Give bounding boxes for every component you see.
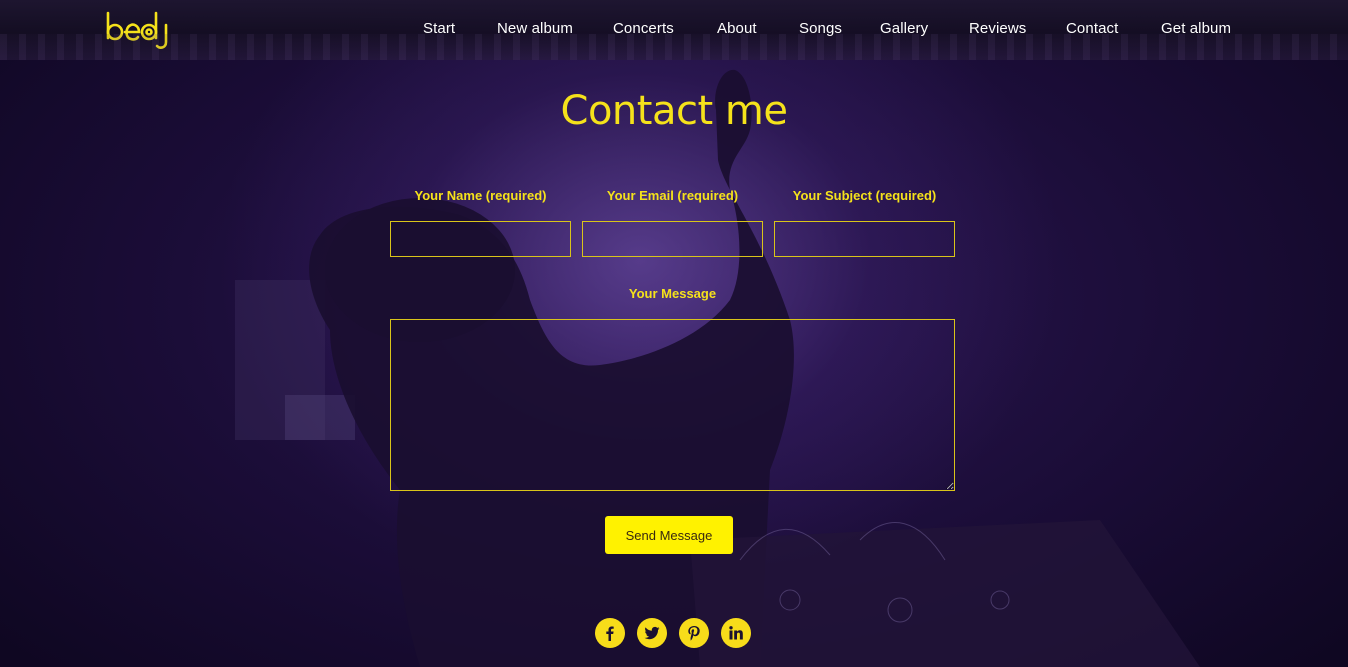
nav-item-new-album[interactable]: New album [497, 20, 573, 37]
top-navbar [0, 0, 1348, 60]
send-message-button[interactable]: Send Message [605, 516, 733, 554]
subject-input[interactable] [774, 221, 955, 257]
message-textarea[interactable] [390, 319, 955, 491]
nav-item-concerts[interactable]: Concerts [613, 20, 674, 37]
page-title: Contact me [560, 88, 788, 134]
linkedin-icon[interactable] [721, 618, 751, 648]
page: Start New album Concerts About Songs Gal… [0, 0, 1348, 667]
facebook-icon[interactable] [595, 618, 625, 648]
twitter-icon[interactable] [637, 618, 667, 648]
nav-item-about[interactable]: About [717, 20, 757, 37]
nav-item-start[interactable]: Start [423, 20, 455, 37]
subject-label: Your Subject (required) [792, 188, 937, 203]
nav-item-gallery[interactable]: Gallery [880, 20, 928, 37]
name-input[interactable] [390, 221, 571, 257]
email-input[interactable] [582, 221, 763, 257]
nav-item-contact[interactable]: Contact [1066, 20, 1118, 37]
nav-item-get-album[interactable]: Get album [1161, 20, 1231, 37]
name-label: Your Name (required) [414, 188, 547, 203]
email-label: Your Email (required) [606, 188, 739, 203]
nav-item-reviews[interactable]: Reviews [969, 20, 1026, 37]
message-label: Your Message [628, 286, 717, 301]
bedj-logo[interactable] [104, 10, 172, 50]
pinterest-icon[interactable] [679, 618, 709, 648]
nav-item-songs[interactable]: Songs [799, 20, 842, 37]
